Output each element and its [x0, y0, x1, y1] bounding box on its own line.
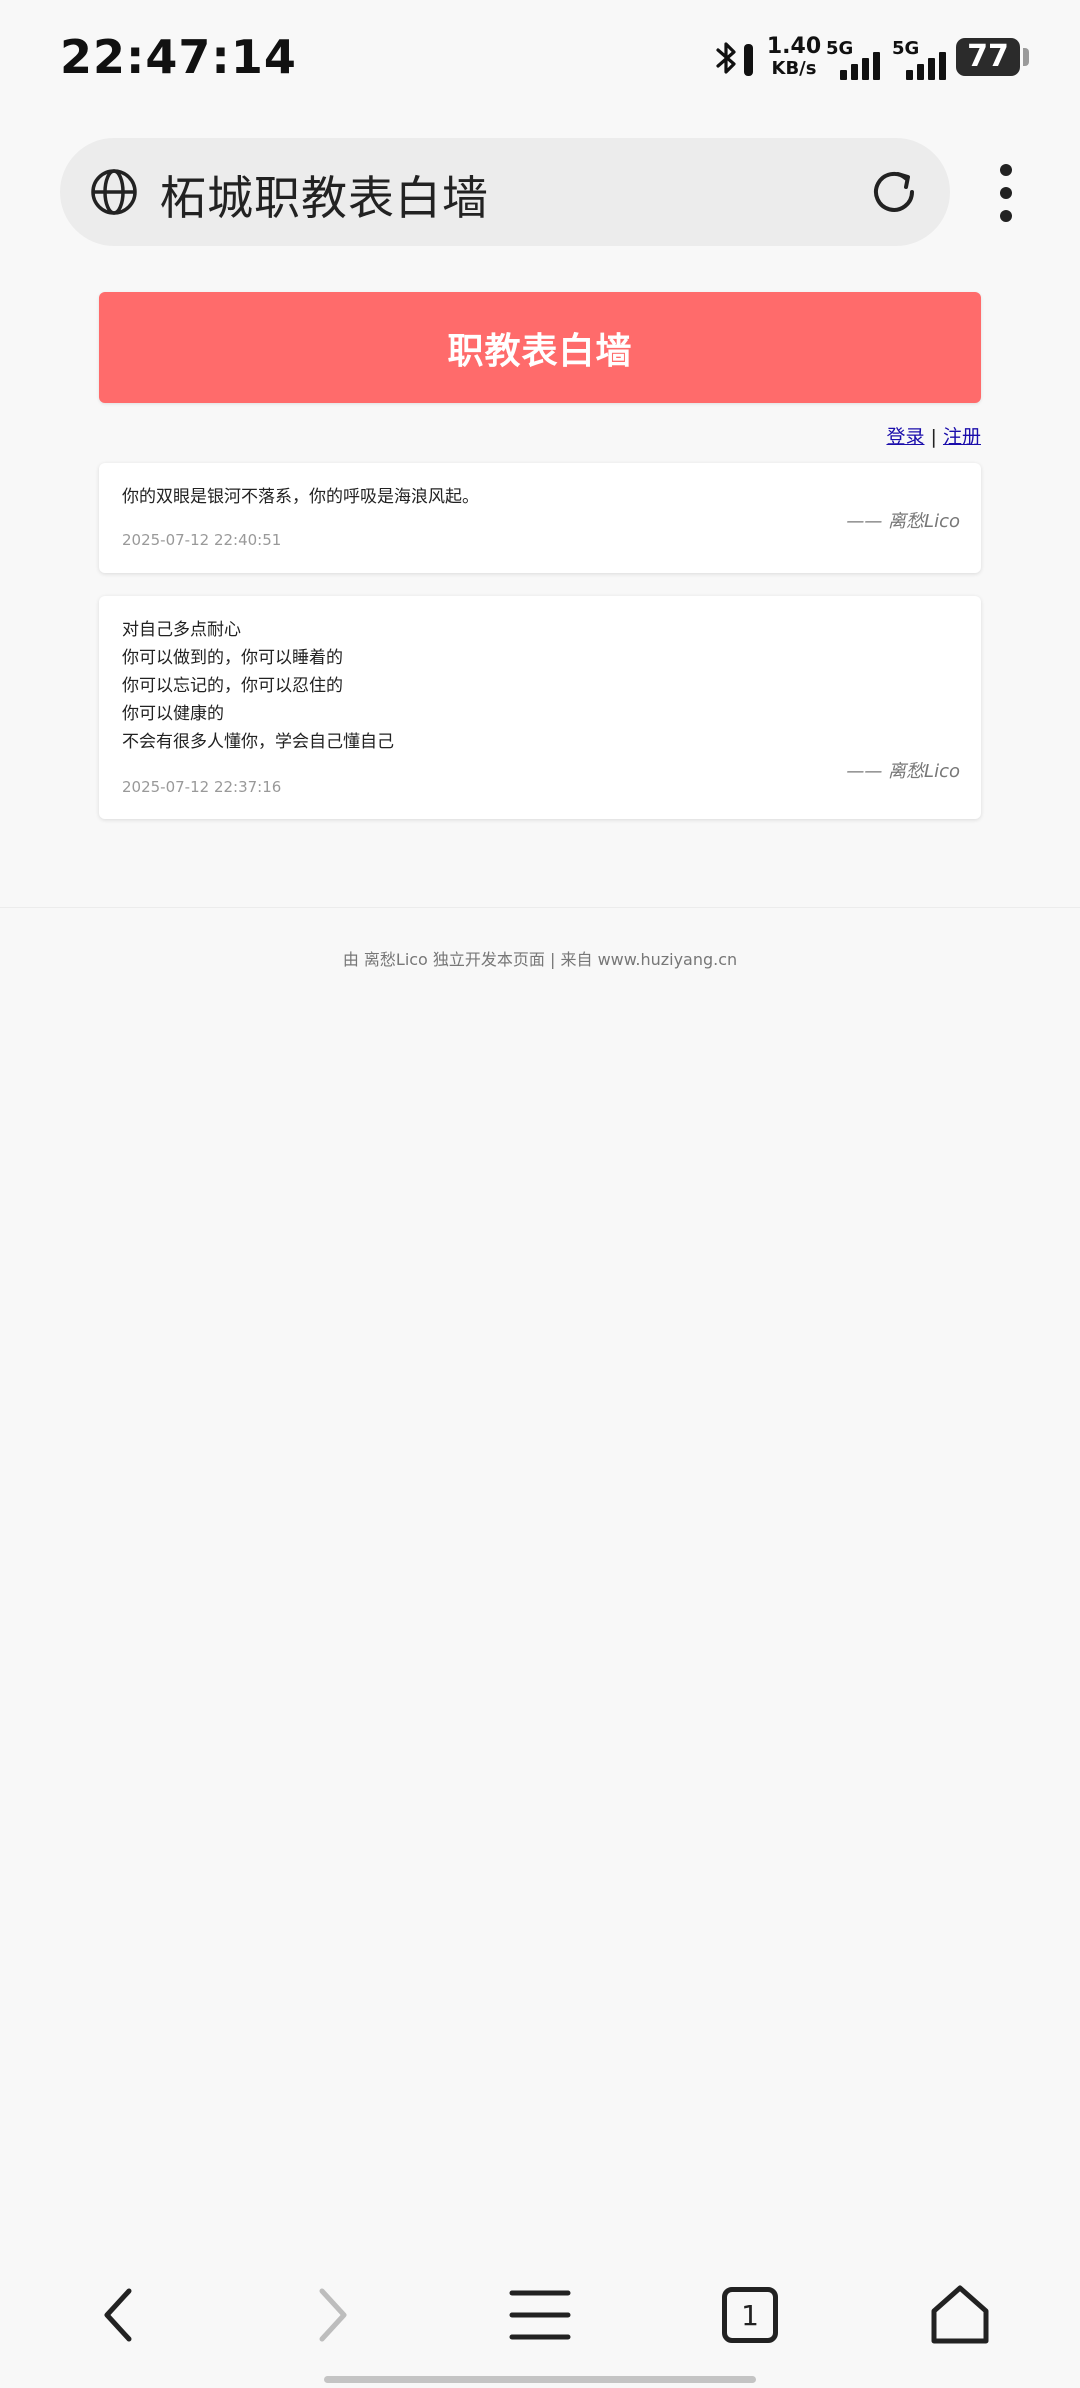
post-card: 对自己多点耐心 你可以做到的，你可以睡着的 你可以忘记的，你可以忍住的 你可以健… — [99, 596, 981, 819]
post-content: 对自己多点耐心 你可以做到的，你可以睡着的 你可以忘记的，你可以忍住的 你可以健… — [122, 620, 394, 752]
status-bar: 22:47:14 1.40 KB/s 5G 5G 77 — [0, 0, 1080, 115]
post-author: —— 离愁Lico — [846, 511, 960, 532]
more-options-icon[interactable] — [990, 160, 1022, 226]
forward-icon — [319, 2288, 347, 2342]
page-banner: 职教表白墙 — [99, 292, 981, 403]
footer-divider — [0, 907, 1080, 908]
register-link[interactable]: 注册 — [943, 426, 981, 448]
page-footer: 由 离愁Lico 独立开发本页面 | 来自 www.huziyang.cn — [342, 950, 738, 969]
auth-separator: | — [930, 426, 937, 448]
home-button[interactable] — [915, 2270, 1005, 2360]
network-speed: 1.40 KB/s — [764, 36, 824, 78]
post-content: 你的双眼是银河不落系，你的呼吸是海浪风起。 — [122, 487, 479, 507]
signal-sim1-icon: 5G — [826, 38, 886, 80]
post-time: 2025-07-12 22:40:51 — [122, 531, 282, 549]
signal-sim2-icon: 5G — [892, 38, 952, 80]
network-speed-value: 1.40 — [766, 34, 822, 59]
status-time: 22:47:14 — [60, 30, 297, 84]
tabs-icon: 1 — [722, 2287, 778, 2343]
battery-icon: 77 — [956, 38, 1029, 76]
login-link[interactable]: 登录 — [886, 426, 924, 448]
auth-links: 登录 | 注册 — [886, 422, 981, 449]
page-title-in-address-bar[interactable]: 柘城职教表白墙 — [160, 162, 489, 228]
back-button[interactable] — [76, 2270, 166, 2360]
banner-title: 职教表白墙 — [447, 330, 633, 372]
home-icon — [931, 2285, 989, 2344]
tabs-button[interactable]: 1 — [705, 2270, 795, 2360]
tab-count: 1 — [741, 2298, 759, 2332]
gesture-handle[interactable] — [324, 2376, 756, 2383]
browser-bottom-nav: 1 — [0, 2270, 1080, 2360]
forward-button[interactable] — [285, 2270, 375, 2360]
menu-button[interactable] — [495, 2270, 585, 2360]
network-speed-unit: KB/s — [771, 58, 817, 79]
post-time: 2025-07-12 22:37:16 — [122, 778, 282, 796]
reload-icon[interactable] — [868, 166, 920, 218]
address-bar[interactable]: 柘城职教表白墙 — [60, 138, 950, 246]
back-icon — [104, 2288, 132, 2342]
post-author: —— 离愁Lico — [846, 761, 960, 782]
bluetooth-icon — [716, 42, 753, 76]
post-card: 你的双眼是银河不落系，你的呼吸是海浪风起。 —— 离愁Lico 2025-07-… — [99, 463, 981, 573]
globe-icon — [91, 169, 137, 215]
hamburger-icon — [509, 2290, 571, 2340]
